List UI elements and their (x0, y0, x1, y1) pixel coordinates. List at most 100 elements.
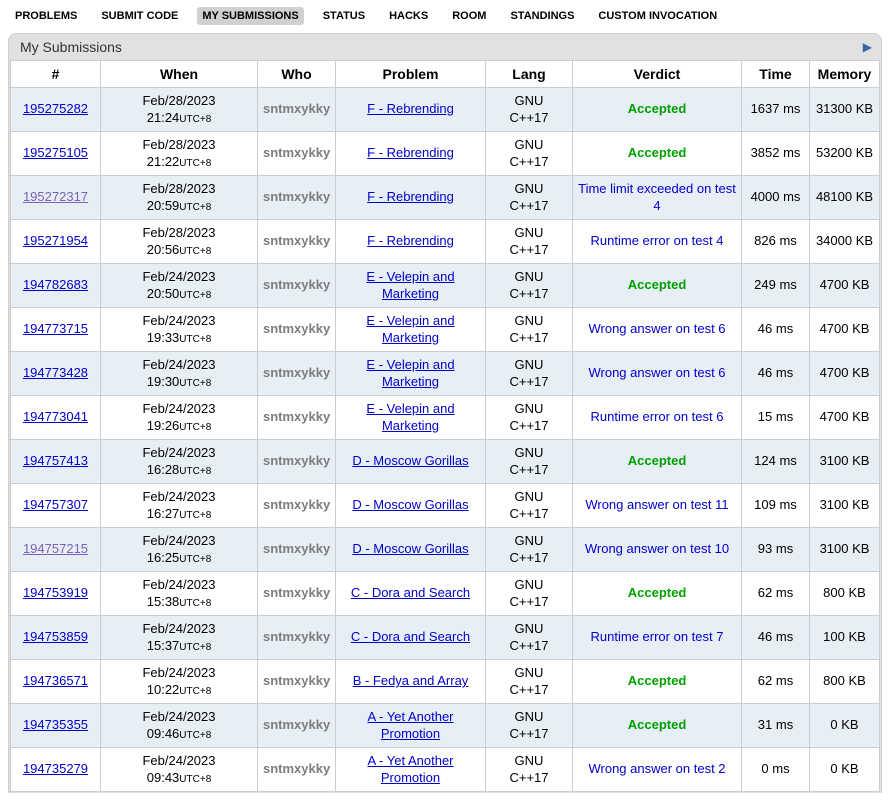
execution-time: 826 ms (742, 220, 810, 264)
submission-when-cell: Feb/28/2023 21:22UTC+8 (101, 132, 258, 176)
submission-author-link[interactable]: sntmxykky (263, 453, 330, 468)
submission-lang-cell: GNUC++17 (486, 616, 573, 660)
submissions-table: #WhenWhoProblemLangVerdictTimeMemory 195… (10, 60, 880, 792)
nav-item-problems[interactable]: PROBLEMS (10, 7, 82, 25)
submission-author-link[interactable]: sntmxykky (263, 101, 330, 116)
submission-id-link[interactable]: 194753859 (23, 629, 88, 644)
submission-problem-cell: C - Dora and Search (336, 572, 486, 616)
submission-id-link[interactable]: 194735355 (23, 717, 88, 732)
problem-link[interactable]: E - Velepin and Marketing (366, 269, 454, 301)
verdict-text: Wrong answer on test 6 (588, 365, 725, 380)
submission-id-link[interactable]: 194757215 (23, 541, 88, 556)
problem-link[interactable]: D - Moscow Gorillas (352, 541, 468, 556)
nav-item-custom-invocation[interactable]: CUSTOM INVOCATION (593, 7, 722, 25)
verdict-text: Accepted (628, 673, 687, 688)
submission-id-cell: 194736571 (11, 660, 101, 704)
problem-link[interactable]: C - Dora and Search (351, 585, 470, 600)
submission-id-link[interactable]: 194773428 (23, 365, 88, 380)
submission-author-link[interactable]: sntmxykky (263, 233, 330, 248)
nav-item-my-submissions[interactable]: MY SUBMISSIONS (197, 7, 303, 25)
submission-verdict-cell: Wrong answer on test 6 (573, 308, 742, 352)
submission-id-cell: 194757307 (11, 484, 101, 528)
submission-id-link[interactable]: 194757413 (23, 453, 88, 468)
submission-problem-cell: C - Dora and Search (336, 616, 486, 660)
submission-id-link[interactable]: 194753919 (23, 585, 88, 600)
submission-lang-cell: GNUC++17 (486, 484, 573, 528)
submission-lang-cell: GNUC++17 (486, 132, 573, 176)
submission-when-cell: Feb/28/2023 21:24UTC+8 (101, 88, 258, 132)
submission-lang-cell: GNUC++17 (486, 264, 573, 308)
submission-time: 16:27UTC+8 (106, 506, 252, 523)
submission-author-link[interactable]: sntmxykky (263, 673, 330, 688)
submission-author-link[interactable]: sntmxykky (263, 497, 330, 512)
memory-used: 48100 KB (810, 176, 880, 220)
timezone-label: UTC+8 (179, 158, 211, 169)
submission-problem-cell: F - Rebrending (336, 220, 486, 264)
submission-lang-cell: GNUC++17 (486, 352, 573, 396)
submission-id-cell: 194753859 (11, 616, 101, 660)
submission-row: 195275105 Feb/28/2023 21:22UTC+8 sntmxyk… (11, 132, 880, 176)
submission-author-link[interactable]: sntmxykky (263, 541, 330, 556)
submission-id-link[interactable]: 194757307 (23, 497, 88, 512)
submission-verdict-cell: Runtime error on test 6 (573, 396, 742, 440)
submission-when-cell: Feb/24/2023 15:37UTC+8 (101, 616, 258, 660)
submission-row: 194736571 Feb/24/2023 10:22UTC+8 sntmxyk… (11, 660, 880, 704)
submission-date: Feb/24/2023 (106, 577, 252, 594)
submission-author-link[interactable]: sntmxykky (263, 761, 330, 776)
problem-link[interactable]: E - Velepin and Marketing (366, 313, 454, 345)
nav-item-submit-code[interactable]: SUBMIT CODE (96, 7, 183, 25)
verdict-text: Wrong answer on test 11 (585, 497, 728, 512)
problem-link[interactable]: A - Yet Another Promotion (367, 753, 453, 785)
submission-id-cell: 195275105 (11, 132, 101, 176)
submission-when-cell: Feb/24/2023 10:22UTC+8 (101, 660, 258, 704)
submission-id-link[interactable]: 195275105 (23, 145, 88, 160)
submission-when-cell: Feb/24/2023 19:26UTC+8 (101, 396, 258, 440)
submission-id-link[interactable]: 195272317 (23, 189, 88, 204)
submission-author-link[interactable]: sntmxykky (263, 629, 330, 644)
submission-when-cell: Feb/24/2023 19:33UTC+8 (101, 308, 258, 352)
problem-link[interactable]: E - Velepin and Marketing (366, 357, 454, 389)
submission-verdict-cell: Runtime error on test 7 (573, 616, 742, 660)
problem-link[interactable]: C - Dora and Search (351, 629, 470, 644)
submission-id-link[interactable]: 195275282 (23, 101, 88, 116)
submission-id-link[interactable]: 194782683 (23, 277, 88, 292)
problem-link[interactable]: F - Rebrending (367, 189, 454, 204)
problem-link[interactable]: D - Moscow Gorillas (352, 453, 468, 468)
nav-item-hacks[interactable]: HACKS (384, 7, 433, 25)
submission-id-link[interactable]: 194736571 (23, 673, 88, 688)
problem-link[interactable]: F - Rebrending (367, 101, 454, 116)
submission-id-link[interactable]: 195271954 (23, 233, 88, 248)
column-header-who: Who (258, 61, 336, 88)
submission-author-link[interactable]: sntmxykky (263, 717, 330, 732)
submission-author-link[interactable]: sntmxykky (263, 277, 330, 292)
nav-item-status[interactable]: STATUS (318, 7, 370, 25)
submission-id-link[interactable]: 194773715 (23, 321, 88, 336)
submission-id-link[interactable]: 194735279 (23, 761, 88, 776)
problem-link[interactable]: B - Fedya and Array (353, 673, 469, 688)
submission-date: Feb/24/2023 (106, 313, 252, 330)
problem-link[interactable]: D - Moscow Gorillas (352, 497, 468, 512)
problem-link[interactable]: A - Yet Another Promotion (367, 709, 453, 741)
submission-id-link[interactable]: 194773041 (23, 409, 88, 424)
submission-author-link[interactable]: sntmxykky (263, 409, 330, 424)
verdict-text: Accepted (628, 717, 687, 732)
submission-author-link[interactable]: sntmxykky (263, 321, 330, 336)
submission-author-link[interactable]: sntmxykky (263, 145, 330, 160)
problem-link[interactable]: F - Rebrending (367, 145, 454, 160)
nav-item-room[interactable]: ROOM (447, 7, 491, 25)
submission-author-link[interactable]: sntmxykky (263, 585, 330, 600)
problem-link[interactable]: F - Rebrending (367, 233, 454, 248)
submission-time: 09:43UTC+8 (106, 770, 252, 787)
expand-arrow-icon[interactable]: ▶ (863, 41, 872, 53)
submission-row: 194757215 Feb/24/2023 16:25UTC+8 sntmxyk… (11, 528, 880, 572)
timezone-label: UTC+8 (179, 598, 211, 609)
problem-link[interactable]: E - Velepin and Marketing (366, 401, 454, 433)
nav-item-standings[interactable]: STANDINGS (505, 7, 579, 25)
timezone-label: UTC+8 (179, 202, 211, 213)
submission-author-link[interactable]: sntmxykky (263, 365, 330, 380)
column-header-when: When (101, 61, 258, 88)
execution-time: 93 ms (742, 528, 810, 572)
column-header-problem: Problem (336, 61, 486, 88)
submission-row: 195271954 Feb/28/2023 20:56UTC+8 sntmxyk… (11, 220, 880, 264)
submission-author-link[interactable]: sntmxykky (263, 189, 330, 204)
